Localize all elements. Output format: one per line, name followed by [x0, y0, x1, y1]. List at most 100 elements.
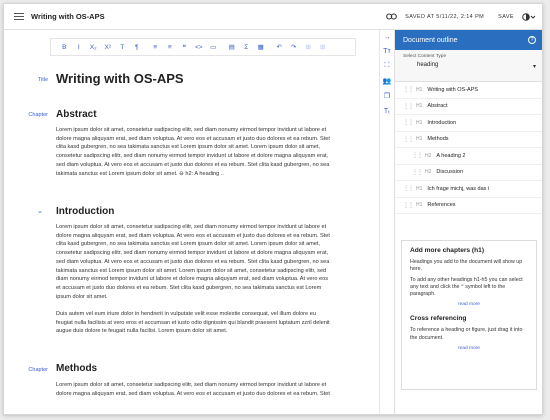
toolbar-button[interactable]: Σ — [239, 44, 254, 51]
save-button[interactable]: SAVE — [498, 14, 514, 20]
heading-level: H1 — [416, 136, 423, 143]
text-format-icon[interactable]: Tт — [383, 48, 390, 55]
introduction-paragraph-1[interactable]: Lorem ipsum dolor sit amet, consetetur s… — [56, 223, 356, 301]
add-chapters-text-2: To add any other headings h1-h5 you can … — [410, 276, 523, 298]
editor-area[interactable]: B I X₂ X² T ¶ ≡ ≡ ❝ <> ▭ ▤ Σ ▦ ↶ ↷ ⊞ ⊞ Title Writing with… — [4, 30, 379, 414]
read-more-link-2[interactable]: read more — [410, 346, 528, 351]
heading-level: H1 — [416, 119, 423, 126]
outline-item[interactable]: ⋮⋮ H1 Ich frage michj, was das i — [395, 181, 542, 198]
help-icon[interactable]: ? — [528, 36, 536, 44]
toolbar-button[interactable]: ⊞ — [301, 43, 316, 51]
heading-level: H2 — [425, 152, 432, 159]
side-icon-rail: → Tт ⛶ 👥 ❐ Tₜ — [379, 30, 394, 414]
content-type-label: Select Content Type — [403, 54, 447, 59]
text-line: augue duis dolore te feugait nulla facil… — [56, 328, 228, 335]
toolbar-button[interactable]: ▭ — [206, 43, 221, 51]
menu-icon[interactable] — [14, 13, 24, 20]
focus-icon[interactable]: ⛶ — [385, 62, 390, 70]
collapse-chevron-icon[interactable]: ⌄ — [37, 207, 43, 215]
document-title: Writing with OS-APS — [31, 12, 105, 21]
heading-level: H1 — [416, 185, 423, 192]
drag-handle-icon[interactable]: ⋮⋮ — [412, 152, 423, 159]
toolbar-button[interactable]: ▤ — [225, 43, 240, 51]
outline-item-label: A heading 2 — [436, 152, 466, 159]
link-icon: ⊖ — [179, 170, 184, 177]
outline-item[interactable]: ⋮⋮ H1 Methods — [395, 132, 542, 148]
toolbar-button[interactable]: ⊞ — [316, 43, 331, 51]
saved-status: SAVED AT 5/11/22, 2:14 PM — [405, 13, 485, 20]
panel-title: Document outline — [403, 36, 458, 44]
text-line: clita kasd gubergren, no sea takimata sa… — [56, 241, 320, 248]
toolbar-button[interactable]: T — [115, 44, 130, 51]
read-more-link-1[interactable]: read more — [410, 302, 528, 307]
text-line: sed diam voluptua. At vero eos et accusa… — [56, 258, 330, 265]
drag-handle-icon[interactable]: ⋮⋮ — [403, 103, 414, 110]
text-line: dolore magna aliquyam erat, sed diam vol… — [56, 232, 330, 239]
abstract-heading[interactable]: Abstract — [56, 109, 97, 120]
dropdown-caret-icon[interactable]: ▾ — [533, 63, 536, 70]
document-title-heading[interactable]: Writing with OS-APS — [56, 71, 184, 86]
toolbar-button[interactable]: X² — [101, 44, 116, 51]
methods-heading[interactable]: Methods — [56, 363, 97, 374]
copy-icon[interactable]: ❐ — [384, 92, 390, 100]
theme-toggle-icon[interactable] — [522, 12, 536, 21]
drag-handle-icon[interactable]: ⋮⋮ — [403, 185, 414, 192]
link-icon[interactable] — [386, 13, 397, 20]
text-line: et accusam et justo duo dolores et ea re… — [56, 284, 322, 291]
abstract-paragraph[interactable]: Lorem ipsum dolor sit amet, consetetur s… — [56, 126, 356, 178]
toolbar-button[interactable]: <> — [192, 44, 207, 51]
cross-referencing-text: To reference a heading or figure, just d… — [410, 327, 523, 341]
outline-item[interactable]: ⋮⋮ H2 A heading 2 — [395, 148, 542, 165]
text-line: sed diam voluptua. At vero eos et accusa… — [56, 161, 330, 168]
outline-item[interactable]: ⋮⋮ H1 Abstract — [395, 99, 542, 115]
outline-item[interactable]: ⋮⋮ H2 Discussion — [395, 165, 542, 181]
outline-item-label: Ich frage michj, was das i — [427, 185, 490, 192]
text-line: consetetur sadipscing elitr, sed diam no… — [56, 153, 329, 160]
drag-handle-icon[interactable]: ⋮⋮ — [403, 136, 414, 143]
drag-handle-icon[interactable]: ⋮⋮ — [412, 169, 423, 176]
text-line: dolore magna aliquyam erat, sed diam vol… — [56, 135, 330, 142]
cross-referencing-title: Cross referencing — [410, 315, 467, 323]
toolbar-button[interactable]: ↶ — [272, 43, 287, 51]
heading-level: H1 — [416, 202, 423, 209]
outline-item-label: Writing with OS-APS — [427, 86, 479, 93]
text-line: Lorem ipsum dolor sit amet, consetetur s… — [56, 127, 327, 133]
toolbar-button[interactable]: ↷ — [287, 43, 302, 51]
outline-item[interactable]: ⋮⋮ H1 Introduction — [395, 115, 542, 132]
outline-info-box: Add more chapters (h1) Headings you add … — [401, 240, 537, 390]
outline-item[interactable]: ⋮⋮ H1 Writing with OS-APS — [395, 82, 542, 99]
inline-heading-tag[interactable]: ⊖ h2: A heading .. — [178, 171, 224, 177]
introduction-paragraph-2[interactable]: Duis autem vel eum iriure dolor in hendr… — [56, 310, 356, 336]
title-label: Title — [37, 77, 48, 83]
outline-item-label: Abstract — [427, 103, 448, 110]
toolbar-button[interactable]: B — [57, 44, 72, 51]
methods-paragraph[interactable]: Lorem ipsum dolor sit amet, consetetur s… — [56, 381, 356, 398]
arrow-right-icon[interactable]: → — [384, 34, 391, 41]
chapter-label-methods: Chapter — [28, 367, 48, 373]
text-line: ipsum dolor sit amet. — [56, 293, 108, 300]
introduction-heading[interactable]: Introduction — [56, 206, 114, 217]
text-line: Lorem ipsum dolor sit amet, consetetur s… — [56, 382, 327, 388]
outline-item-label: References — [427, 202, 456, 209]
toolbar-button[interactable]: ¶ — [130, 44, 145, 51]
toolbar-button[interactable]: ▦ — [254, 43, 269, 51]
toolbar-button[interactable]: I — [72, 44, 87, 51]
text-line: takimata sanctus est Lorem ipsum dolor s… — [56, 267, 327, 274]
toolbar-button[interactable]: ❝ — [177, 43, 192, 51]
content-type-value: heading — [417, 62, 439, 68]
users-icon[interactable]: 👥 — [383, 77, 392, 85]
inline-heading-label: h2: A heading — [185, 170, 220, 177]
text-line: takimata sanctus est Lorem ipsum dolor s… — [56, 170, 178, 177]
text-size-icon[interactable]: Tₜ — [384, 107, 390, 115]
heading-level: H1 — [416, 103, 423, 110]
toolbar-button[interactable]: X₂ — [86, 44, 101, 51]
toolbar-button[interactable]: ≡ — [163, 44, 178, 51]
drag-handle-icon[interactable]: ⋮⋮ — [403, 202, 414, 209]
drag-handle-icon[interactable]: ⋮⋮ — [403, 119, 414, 126]
content-type-select[interactable]: Select Content Type heading ▾ — [395, 50, 542, 82]
format-toolbar: B I X₂ X² T ¶ ≡ ≡ ❝ <> ▭ ▤ Σ ▦ ↶ ↷ ⊞ ⊞ — [50, 38, 356, 56]
toolbar-button[interactable]: ≡ — [148, 44, 163, 51]
drag-handle-icon[interactable]: ⋮⋮ — [403, 86, 414, 93]
heading-level: H2 — [425, 169, 432, 176]
outline-item[interactable]: ⋮⋮ H1 References — [395, 198, 542, 214]
